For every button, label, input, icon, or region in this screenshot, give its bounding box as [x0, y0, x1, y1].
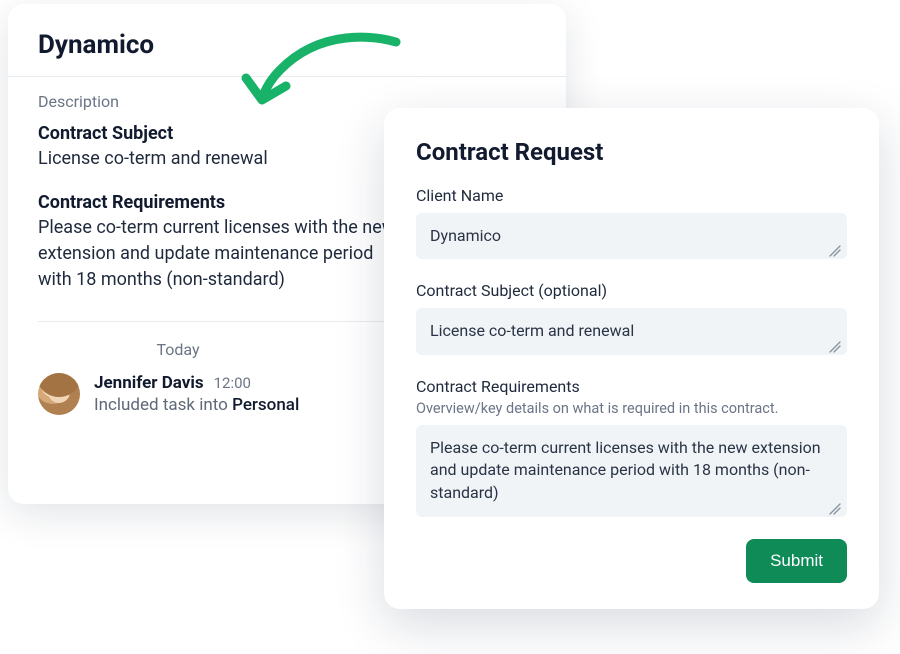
- client-name-label: Client Name: [416, 186, 847, 205]
- client-name-input[interactable]: [416, 213, 847, 259]
- contract-requirements-description: Overview/key details on what is required…: [416, 400, 847, 417]
- contract-requirements-input[interactable]: [416, 425, 847, 517]
- form-title: Contract Request: [416, 138, 847, 166]
- avatar: [38, 373, 80, 415]
- contract-subject-label: Contract Subject (optional): [416, 281, 847, 300]
- today-label: Today: [38, 340, 318, 359]
- activity-time: 12:00: [214, 374, 251, 392]
- activity-user: Jennifer Davis: [94, 373, 204, 393]
- contract-requirements-label: Contract Requirements: [416, 377, 847, 396]
- activity-action: Included task into: [94, 395, 228, 415]
- activity-line: Included task into Personal: [94, 395, 299, 415]
- submit-button[interactable]: Submit: [746, 539, 847, 583]
- contract-subject-input[interactable]: [416, 308, 847, 354]
- activity-target: Personal: [232, 395, 299, 415]
- requirements-value: Please co-term current licenses with the…: [38, 215, 398, 293]
- subject-value: License co-term and renewal: [38, 146, 398, 172]
- contract-request-form: Contract Request Client Name Contract Su…: [384, 108, 879, 609]
